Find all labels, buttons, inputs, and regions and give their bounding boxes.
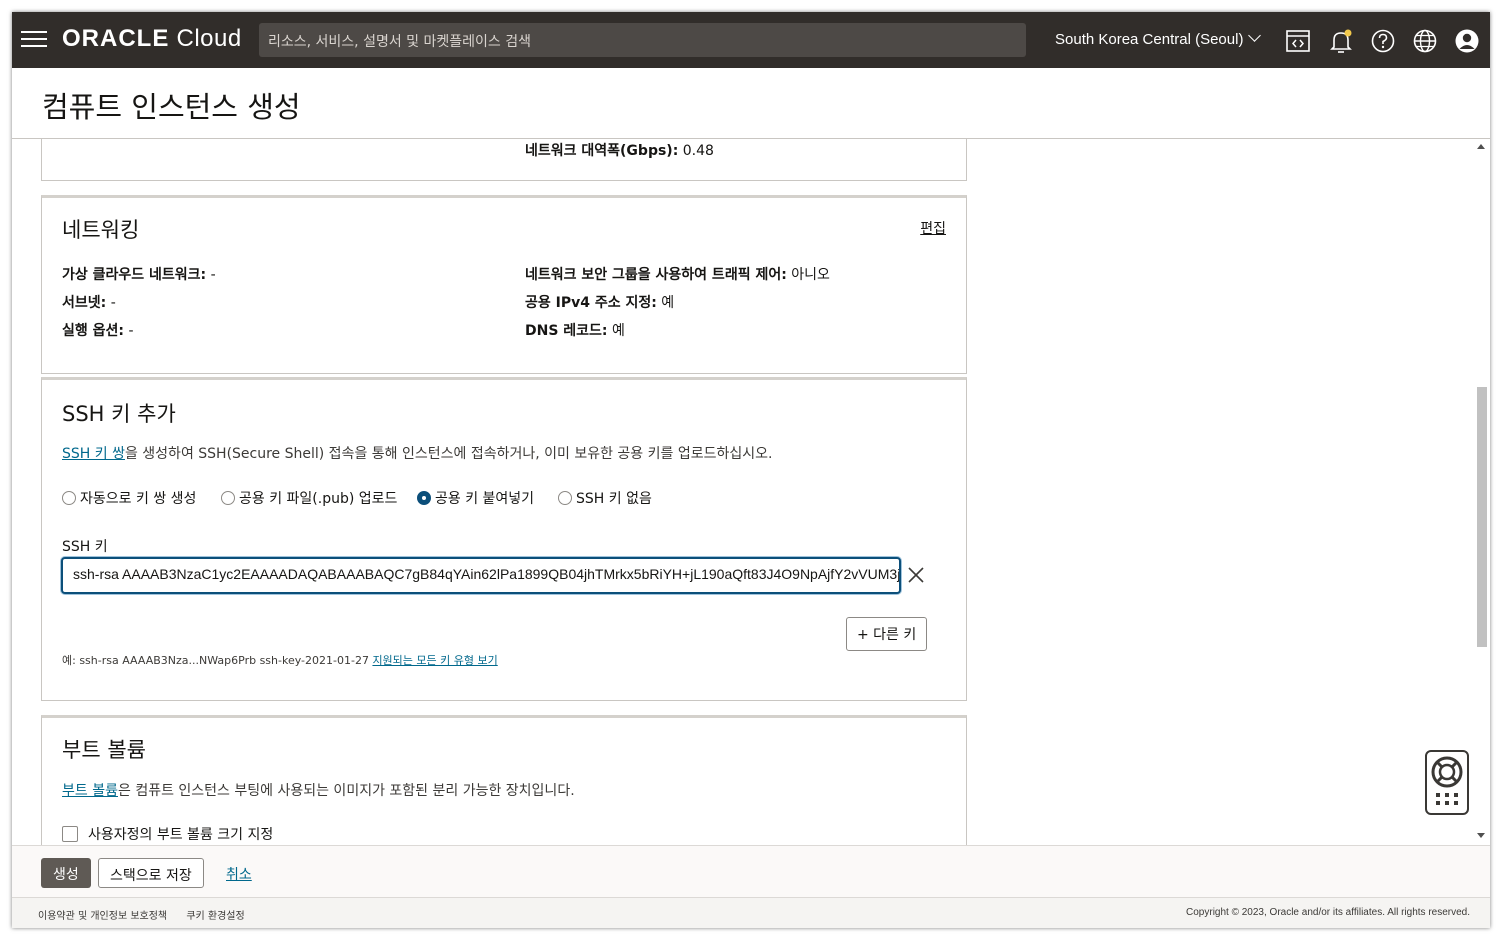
radio-icon — [221, 491, 235, 505]
networking-edit-link[interactable]: 편집 — [920, 218, 946, 238]
boot-volume-card: 부트 볼륨 부트 볼륨은 컴퓨트 인스턴스 부팅에 사용되는 이미지가 포함된 … — [41, 715, 967, 845]
supported-key-types-link[interactable]: 지원되는 모든 키 유형 보기 — [372, 654, 497, 667]
ssh-key-pair-link[interactable]: SSH 키 쌍 — [62, 446, 125, 462]
networking-card: 네트워킹 편집 가상 클라우드 네트워크: - 서브넷: - 실행 옵션: - … — [41, 195, 967, 374]
ssh-key-description-text: 을 생성하여 SSH(Secure Shell) 접속을 통해 인스턴스에 접속… — [124, 446, 773, 462]
radio-no-ssh-key[interactable]: SSH 키 없음 — [558, 488, 652, 508]
checkbox-icon — [62, 826, 78, 842]
oracle-cloud-logo[interactable]: ORACLE Cloud — [62, 25, 242, 53]
chevron-down-icon — [1248, 29, 1262, 42]
profile-icon[interactable] — [1454, 28, 1480, 54]
ssh-key-title: SSH 키 추가 — [62, 402, 176, 426]
help-widget-button[interactable] — [1425, 750, 1469, 815]
boot-volume-description-text: 은 컴퓨트 인스턴스 부팅에 사용되는 이미지가 포함된 분리 가능한 장치입니… — [117, 783, 575, 799]
lifebuoy-icon — [1431, 756, 1463, 805]
add-another-key-button[interactable]: + 다른 키 — [846, 617, 928, 651]
globe-icon[interactable] — [1412, 28, 1438, 54]
page-footer: 이용약관 및 개인정보 보호정책 쿠키 환경설정 Copyright © 202… — [12, 897, 1490, 928]
brand-oracle: ORACLE — [62, 25, 170, 52]
vcn-value: - — [210, 267, 216, 283]
public-ipv4-key: 공용 IPv4 주소 지정: — [525, 295, 657, 311]
copyright-text: Copyright © 2023, Oracle and/or its affi… — [1186, 907, 1470, 918]
radio-icon — [558, 491, 572, 505]
scroll-down-icon[interactable] — [1477, 833, 1485, 838]
page-title: 컴퓨트 인스턴스 생성 — [42, 90, 301, 124]
shape-card: 네트워크 대역폭(Gbps): 0.48 — [41, 139, 967, 181]
launch-options-row: 실행 옵션: - — [62, 320, 134, 340]
bandwidth-row: 네트워크 대역폭(Gbps): 0.48 — [525, 140, 714, 160]
create-button[interactable]: 생성 — [41, 858, 91, 888]
radio-paste-public-key[interactable]: 공용 키 붙여넣기 — [417, 488, 534, 508]
scroll-up-icon[interactable] — [1477, 144, 1485, 149]
public-ipv4-value: 예 — [661, 295, 675, 311]
radio-label: 공용 키 파일(.pub) 업로드 — [239, 491, 398, 507]
boot-volume-title: 부트 볼륨 — [62, 738, 146, 762]
region-label: South Korea Central (Seoul) — [1055, 31, 1244, 48]
ssh-key-example-hint: 예: ssh-rsa AAAAB3Nza...NWap6Prb ssh-key-… — [62, 652, 498, 668]
ssh-key-description: SSH 키 쌍을 생성하여 SSH(Secure Shell) 접속을 통해 인… — [62, 443, 772, 463]
page-header: 컴퓨트 인스턴스 생성 — [12, 68, 1490, 139]
subnet-value: - — [110, 295, 116, 311]
radio-upload-public-key[interactable]: 공용 키 파일(.pub) 업로드 — [221, 488, 397, 508]
footer-links: 이용약관 및 개인정보 보호정책 쿠키 환경설정 — [38, 907, 261, 922]
radio-generate-key-pair[interactable]: 자동으로 키 쌍 생성 — [62, 488, 196, 508]
dns-record-row: DNS 레코드: 예 — [525, 320, 625, 340]
boot-volume-link[interactable]: 부트 볼륨 — [62, 783, 118, 799]
bandwidth-value: 0.48 — [682, 143, 714, 159]
help-icon[interactable] — [1370, 28, 1396, 54]
global-search-input[interactable]: 리소스, 서비스, 설명서 및 마켓플레이스 검색 — [259, 23, 1026, 57]
bandwidth-key: 네트워크 대역폭(Gbps): — [525, 143, 679, 159]
radio-label: SSH 키 없음 — [576, 491, 652, 507]
vcn-row: 가상 클라우드 네트워크: - — [62, 264, 216, 284]
browser-frame: ORACLE Cloud 리소스, 서비스, 설명서 및 마켓플레이스 검색 S… — [12, 12, 1490, 928]
vertical-scrollbar[interactable] — [1474, 139, 1488, 845]
cancel-link[interactable]: 취소 — [226, 864, 252, 884]
ssh-key-example-text: 예: ssh-rsa AAAAB3Nza...NWap6Prb ssh-key-… — [62, 654, 369, 667]
launch-options-value: - — [128, 323, 134, 339]
brand-cloud: Cloud — [176, 25, 242, 52]
form-scroll-area[interactable]: 네트워크 대역폭(Gbps): 0.48 네트워킹 편집 가상 클라우드 네트워… — [12, 139, 1490, 845]
top-navigation-bar: ORACLE Cloud 리소스, 서비스, 설명서 및 마켓플레이스 검색 S… — [12, 12, 1490, 68]
subnet-key: 서브넷: — [62, 295, 107, 311]
boot-volume-description: 부트 볼륨은 컴퓨트 인스턴스 부팅에 사용되는 이미지가 포함된 분리 가능한… — [62, 780, 575, 800]
custom-boot-volume-size-checkbox[interactable]: 사용자정의 부트 볼륨 크기 지정 — [62, 824, 273, 844]
close-icon[interactable] — [907, 566, 925, 584]
code-editor-icon[interactable] — [1285, 28, 1311, 54]
ssh-key-input[interactable]: ssh-rsa AAAAB3NzaC1yc2EAAAADAQABAAABAQC7… — [61, 557, 901, 594]
radio-label: 자동으로 키 쌍 생성 — [80, 491, 197, 507]
form-action-bar: 생성 스택으로 저장 취소 — [12, 845, 1490, 897]
radio-icon — [62, 491, 76, 505]
menu-icon[interactable] — [21, 31, 47, 49]
cookie-preferences-link[interactable]: 쿠키 환경설정 — [186, 911, 244, 922]
subnet-row: 서브넷: - — [62, 292, 116, 312]
nsg-row: 네트워크 보안 그룹을 사용하여 트래픽 제어: 아니오 — [525, 264, 830, 284]
networking-title: 네트워킹 — [62, 218, 140, 242]
terms-privacy-link[interactable]: 이용약관 및 개인정보 보호정책 — [38, 911, 167, 922]
radio-label: 공용 키 붙여넣기 — [435, 491, 535, 507]
bell-icon[interactable] — [1328, 28, 1354, 54]
scrollbar-thumb[interactable] — [1477, 387, 1487, 647]
public-ipv4-row: 공용 IPv4 주소 지정: 예 — [525, 292, 674, 312]
nsg-value: 아니오 — [791, 267, 830, 283]
radio-selected-icon — [417, 491, 431, 505]
save-as-stack-button[interactable]: 스택으로 저장 — [98, 858, 204, 888]
checkbox-label: 사용자정의 부트 볼륨 크기 지정 — [88, 827, 274, 843]
ssh-key-card: SSH 키 추가 SSH 키 쌍을 생성하여 SSH(Secure Shell)… — [41, 377, 967, 701]
ssh-key-field-label: SSH 키 — [62, 539, 108, 555]
dns-record-key: DNS 레코드: — [525, 323, 608, 339]
region-selector[interactable]: South Korea Central (Seoul) — [1055, 29, 1262, 48]
launch-options-key: 실행 옵션: — [62, 323, 124, 339]
dns-record-value: 예 — [612, 323, 625, 339]
vcn-key: 가상 클라우드 네트워크: — [62, 267, 207, 283]
nsg-key: 네트워크 보안 그룹을 사용하여 트래픽 제어: — [525, 267, 787, 283]
